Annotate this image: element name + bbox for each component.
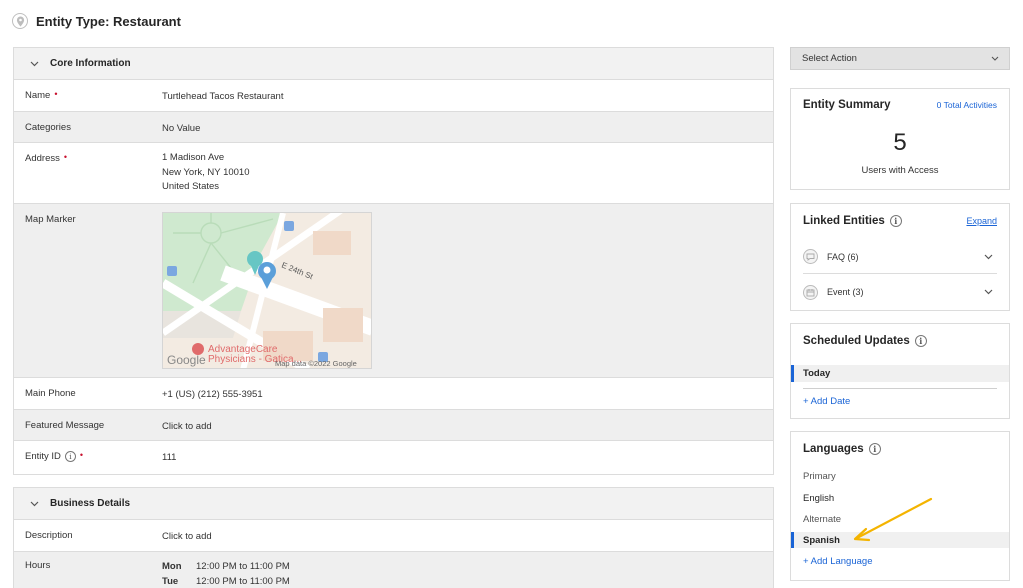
linked-item-label: FAQ (6) [827,251,859,262]
hours-value[interactable]: Mon 12:00 PM to 11:00 PM Tue 12:00 PM to 1… [162,560,290,588]
alternate-language-label: Alternate [803,514,842,525]
linked-item-event[interactable]: Event (3) [803,275,997,309]
field-row-entity-id[interactable]: Entity ID i • 111 [14,441,773,473]
info-icon[interactable]: i [914,335,927,347]
field-label: Entity ID [25,451,61,462]
main-phone-value[interactable]: +1 (US) (212) 555-3951 [162,388,263,403]
chevron-down-icon[interactable] [28,61,40,67]
field-label: Hours [25,560,51,571]
hours-row: Mon 12:00 PM to 11:00 PM [162,560,290,575]
entity-id-value: 111 [162,452,177,463]
field-label: Address [25,153,60,164]
name-value[interactable]: Turtlehead Tacos Restaurant [162,90,283,105]
info-icon[interactable]: i [64,451,76,462]
users-count-label: Users with Access [861,165,939,176]
required-marker: • [54,88,58,99]
section-title: Core Information [50,58,131,69]
total-activities-link[interactable]: 0 Total Activities [937,100,997,110]
categories-value[interactable]: No Value [162,122,200,137]
business-details-panel: Business Details Description Click to ad… [13,487,774,588]
card-title-wrap: Languages i [803,443,881,455]
address-line: New York, NY 10010 [162,166,250,178]
field-row-categories[interactable]: Categories No Value [14,112,773,143]
chevron-down-icon[interactable] [984,287,993,297]
hours-row: Tue 12:00 PM to 11:00 PM [162,575,290,588]
annotation-arrow-icon [853,497,933,542]
add-language-link[interactable]: + Add Language [803,556,872,567]
core-information-panel: Core Information Name • Turtlehead Tacos … [13,47,774,475]
linked-item-label: Event (3) [827,287,864,297]
faq-icon [803,249,818,264]
divider [803,388,997,389]
hours-time: 12:00 PM to 11:00 PM [196,561,290,572]
card-title: Entity Summary [803,99,891,111]
primary-language[interactable]: English [803,493,834,504]
card-title: Scheduled Updates [803,335,910,347]
map-credit: Map data ©2022 Google [275,359,357,368]
expand-link[interactable]: Expand [966,216,997,226]
card-title-wrap: Scheduled Updates i [803,335,927,347]
card-title: Languages [803,443,864,455]
section-title: Business Details [50,498,131,509]
map-marker-map[interactable]: E 24th St AdvantageCare Physicians - Gat… [162,212,372,369]
select-action-label: Select Action [802,53,857,64]
field-row-featured-message[interactable]: Featured Message Click to add [14,410,773,441]
required-marker: • [79,449,84,460]
field-row-hours[interactable]: Hours Mon 12:00 PM to 11:00 PM Tue 12:00 P… [14,552,773,588]
field-label: Categories [25,122,71,133]
core-information-header[interactable]: Core Information [14,48,773,80]
featured-message-value[interactable]: Click to add [162,420,212,435]
entity-summary-card: Entity Summary 0 Total Activities 5 User… [790,88,1010,190]
scheduled-updates-card: Scheduled Updates i Today + Add Date [790,323,1010,419]
hours-day: Tue [162,575,179,587]
required-marker: • [63,151,68,162]
hours-time: 12:00 PM to 11:00 PM [196,575,290,587]
map-pin-icon [12,13,28,29]
address-line: 1 Madison Ave [162,152,225,163]
field-label: Main Phone [25,388,76,399]
address-value[interactable]: 1 Madison Ave New York, NY 10010 United … [162,151,250,195]
chevron-down-icon [991,53,999,64]
card-title-wrap: Linked Entities i [803,215,902,227]
field-row-map-marker[interactable]: Map Marker E 24th St AdvantageCare Physi… [14,204,773,378]
page-title: Entity Type: Restaurant [36,13,181,29]
select-action-dropdown[interactable]: Select Action [790,47,1010,70]
field-label: Map Marker [25,214,76,225]
chevron-down-icon[interactable] [28,501,40,507]
primary-language-label: Primary [803,471,836,482]
page-header: Entity Type: Restaurant [12,10,181,32]
field-row-main-phone[interactable]: Main Phone +1 (US) (212) 555-3951 [14,378,773,410]
google-logo: Google [167,353,206,367]
field-label: Description [25,530,73,541]
users-count: 5 [893,129,907,156]
card-title: Linked Entities [803,215,885,227]
linked-entities-card: Linked Entities i Expand FAQ (6) Event (… [790,203,1010,311]
scheduled-item-today[interactable]: Today [791,365,1009,382]
info-icon[interactable]: i [889,215,902,227]
field-row-description[interactable]: Description Click to add [14,520,773,552]
description-value[interactable]: Click to add [162,530,212,545]
hours-day: Mon [162,561,182,572]
calendar-icon [803,284,818,300]
field-label: Featured Message [25,420,105,431]
field-label: Name [25,90,51,101]
field-row-name[interactable]: Name • Turtlehead Tacos Restaurant [14,80,773,112]
business-details-header[interactable]: Business Details [14,488,773,520]
field-row-address[interactable]: Address • 1 Madison Ave New York, NY 1001… [14,143,773,204]
address-line: United States [162,181,220,192]
map-graphic: E 24th St AdvantageCare Physicians - Gat… [163,213,371,368]
info-icon[interactable]: i [868,443,881,455]
chevron-down-icon[interactable] [984,252,993,262]
linked-item-faq[interactable]: FAQ (6) [803,240,997,274]
add-date-link[interactable]: + Add Date [803,396,850,407]
